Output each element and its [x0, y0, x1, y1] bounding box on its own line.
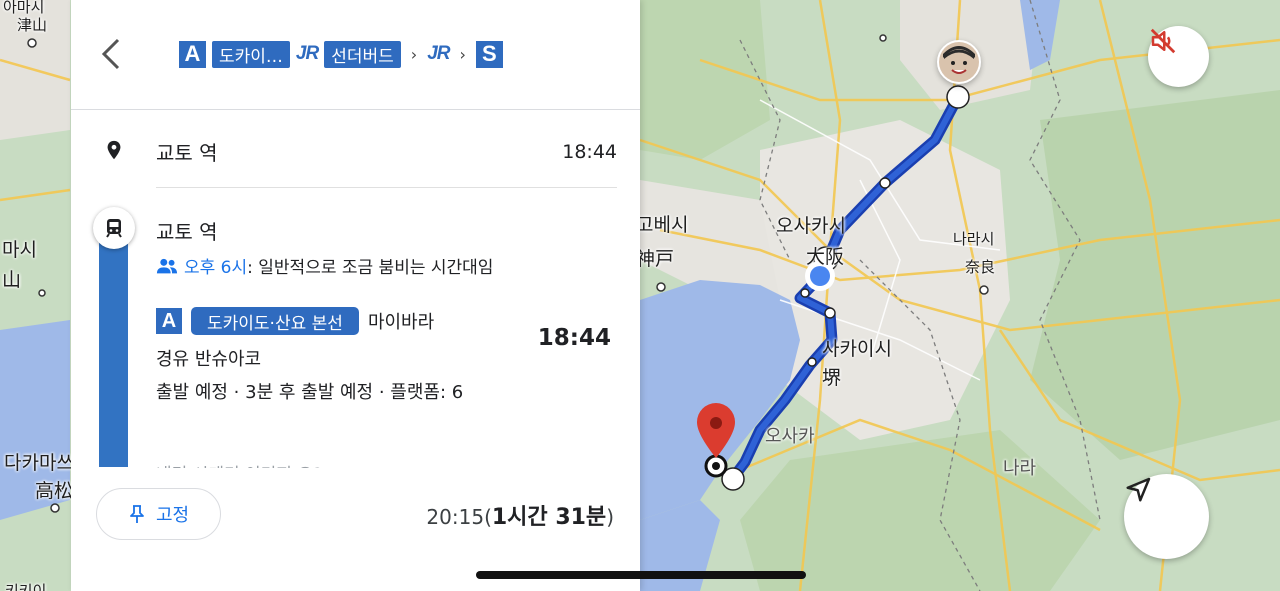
line-letter-badge: S: [475, 40, 503, 68]
line-chip: 선더버드: [324, 40, 401, 68]
line-letter-badge: A: [179, 40, 206, 68]
crowd-time: 오후 6시: [184, 258, 248, 278]
train-badge: [93, 207, 135, 249]
jr-logo-icon: JR: [295, 43, 319, 64]
map-label: 다카마쓰: [4, 452, 74, 474]
map-label: 神戸: [636, 248, 675, 270]
location-pin-icon: [107, 140, 121, 160]
map-label: 堺: [822, 367, 842, 389]
pushpin-icon: [130, 505, 144, 523]
arrival-summary: 20:15(1시간 31분): [426, 505, 614, 530]
departure-info: 출발 예정 · 3분 후 출발 예정 · 플랫폼: 6: [156, 382, 464, 403]
line-chip: 도카이…: [212, 40, 290, 68]
map-label: 고베시: [636, 214, 689, 236]
map-label: 大阪: [806, 246, 845, 268]
map-label: 오사카: [765, 426, 815, 447]
people-icon: [156, 258, 178, 273]
map-label: 사카이시: [822, 338, 892, 360]
directions-panel: A 도카이… JR 선더버드 › JR › S 교토 역 18:44 교토 역: [71, 0, 640, 591]
recenter-button[interactable]: [1124, 474, 1209, 559]
line-info[interactable]: A 도카이도·산요 본선 마이바라: [156, 307, 434, 335]
origin-row[interactable]: 교토 역 18:44: [71, 110, 640, 188]
station-name: 교토 역: [156, 220, 218, 244]
destination-name: 마이바라: [367, 312, 435, 333]
train-icon: [106, 219, 122, 238]
chevron-left-icon: [101, 38, 120, 70]
home-indicator[interactable]: [476, 571, 806, 579]
map-label: 오사카시: [776, 215, 846, 237]
map-label: 나라: [1003, 458, 1037, 479]
avatar-face-icon: [939, 42, 979, 82]
divider: [156, 187, 617, 188]
route-summary[interactable]: A 도카이… JR 선더버드 › JR › S: [179, 39, 503, 69]
map-label: 津山: [17, 16, 48, 34]
via-text: 경유 반슈아코: [156, 349, 262, 370]
origin-time: 18:44: [562, 141, 617, 163]
pin-button[interactable]: 고정: [96, 488, 221, 540]
crowd-text: : 일반적으로 조금 붐비는 시간대임: [247, 258, 494, 278]
map-label: 高松: [35, 480, 74, 502]
transit-line-bar: [99, 240, 128, 467]
truncated-text: 내리 시게기 이미지 요?: [156, 460, 456, 468]
back-button[interactable]: [91, 34, 131, 74]
navigation-arrow-icon: [1126, 477, 1151, 502]
pin-label: 고정: [155, 505, 190, 526]
arrival-time: 20:15: [426, 505, 485, 529]
crowdedness-info: 오후 6시: 일반적으로 조금 붐비는 시간대임: [156, 253, 493, 278]
map-label: 키키이: [5, 582, 47, 591]
line-name-chip: 도카이도·산요 본선: [191, 307, 359, 335]
map-label: 奈良: [965, 258, 996, 276]
volume-off-icon: [1150, 28, 1176, 54]
origin-name: 교토 역: [156, 141, 218, 165]
jr-logo-icon: JR: [427, 43, 450, 64]
mute-button[interactable]: [1148, 26, 1209, 87]
chevron-right-icon: ›: [410, 44, 418, 64]
map-label: 마시: [2, 239, 37, 261]
trip-duration: 1시간 31분: [491, 505, 607, 530]
chevron-right-icon: ›: [459, 44, 466, 64]
departure-time: 18:44: [537, 325, 611, 351]
route-header: A 도카이… JR 선더버드 › JR › S: [71, 0, 640, 110]
map-label: 나라시: [953, 230, 995, 248]
line-letter-badge: A: [156, 308, 182, 334]
map-label: 山: [2, 269, 22, 291]
avatar[interactable]: [937, 40, 981, 84]
